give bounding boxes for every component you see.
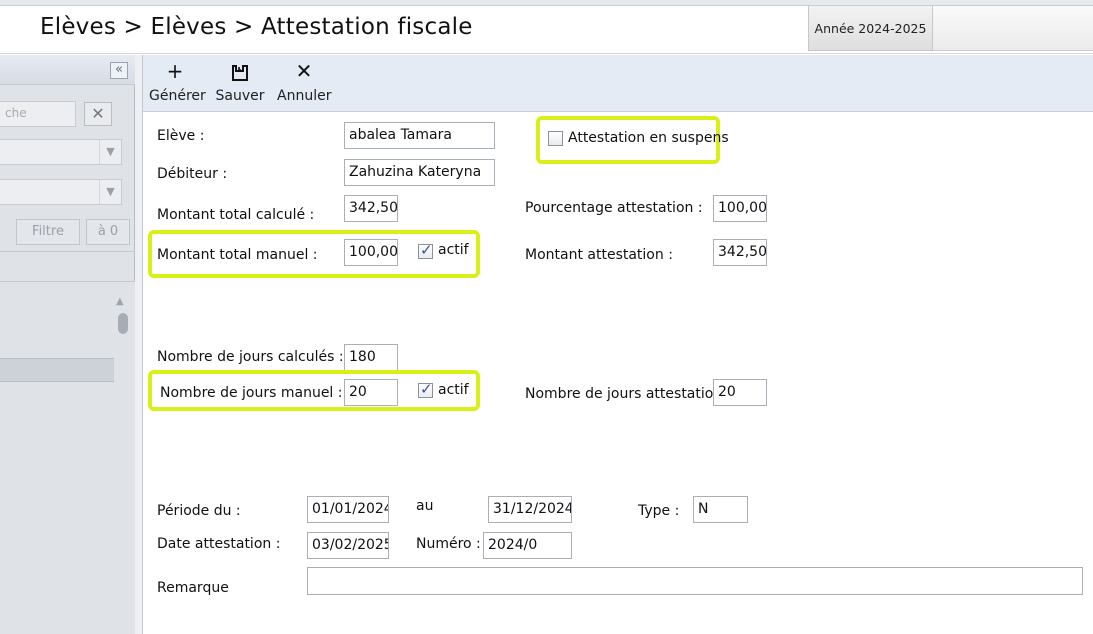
jours-manuel-field[interactable]: 20	[344, 379, 398, 406]
scrollbar-thumb[interactable]	[118, 313, 128, 334]
montant-calcule-label: Montant total calculé :	[157, 207, 315, 223]
student-list[interactable]: ▲	[0, 281, 135, 634]
suspens-checkbox[interactable]	[548, 131, 563, 146]
attestation-form: Elève : abalea Tamara Débiteur : Zahuzin…	[143, 112, 1093, 634]
jours-actif-checkbox[interactable]	[418, 380, 433, 398]
generate-button[interactable]: + Générer	[149, 55, 206, 112]
montant-actif-label: actif	[438, 242, 469, 258]
generate-label: Générer	[149, 88, 206, 104]
remarque-label: Remarque	[157, 580, 229, 596]
montant-calcule-field[interactable]: 342,50	[344, 195, 398, 222]
year-tab[interactable]: Année 2024-2025	[808, 6, 933, 51]
filter-button[interactable]: Filtre	[16, 219, 80, 245]
montant-attestation-label: Montant attestation :	[525, 247, 673, 263]
eleve-field[interactable]: abalea Tamara	[344, 122, 495, 149]
pourcentage-label: Pourcentage attestation :	[525, 200, 703, 216]
panel-splitter[interactable]	[135, 55, 143, 634]
type-field[interactable]: N	[693, 496, 748, 523]
remarque-field[interactable]	[307, 567, 1083, 595]
close-icon: ✕	[295, 59, 313, 83]
scroll-up-icon[interactable]: ▲	[116, 296, 124, 307]
filter-select-2[interactable]: ▼	[0, 179, 122, 205]
montant-manuel-field[interactable]: 100,00	[344, 239, 398, 266]
date-attestation-field[interactable]: 03/02/2025	[307, 532, 389, 559]
save-label: Sauver	[215, 88, 265, 104]
cancel-label: Annuler	[277, 88, 332, 104]
save-button[interactable]: Sauver	[215, 55, 265, 112]
periode-from-field[interactable]: 01/01/2024	[307, 496, 389, 523]
collapse-panel-button[interactable]: «	[110, 62, 128, 79]
jours-actif-label: actif	[438, 382, 469, 398]
jours-manuel-label: Nombre de jours manuel :	[160, 385, 343, 401]
au-label: au	[416, 498, 434, 514]
left-panel-divider	[0, 251, 135, 252]
toolbar: + Générer Sauver ✕ Annuler	[143, 55, 1093, 112]
page-header: Elèves > Elèves > Attestation fiscale An…	[0, 6, 1093, 54]
plus-icon: +	[166, 59, 184, 83]
jours-attestation-field[interactable]: 20	[713, 379, 767, 406]
save-icon	[215, 55, 265, 87]
left-panel: « che ✕ ▼ ▼ Filtre à 0 ▲	[0, 55, 135, 634]
list-item[interactable]	[0, 358, 114, 382]
eleve-label: Elève :	[157, 128, 205, 144]
left-panel-header: «	[0, 55, 135, 85]
debiteur-field[interactable]: Zahuzina Kateryna	[344, 159, 495, 186]
type-label: Type :	[638, 503, 680, 519]
numero-field[interactable]: 2024/0	[483, 532, 572, 559]
clear-search-button[interactable]: ✕	[84, 102, 112, 126]
periode-to-field[interactable]: 31/12/2024	[488, 496, 572, 523]
filter-select-1[interactable]: ▼	[0, 139, 122, 165]
montant-actif-checkbox[interactable]	[418, 241, 433, 259]
jours-attestation-label: Nombre de jours attestation:	[525, 386, 727, 402]
suspens-label: Attestation en suspens	[568, 130, 729, 146]
chevron-down-icon: ▼	[99, 140, 121, 164]
jours-calcules-field[interactable]: 180	[344, 344, 398, 371]
numero-label: Numéro :	[416, 536, 481, 552]
reset-button[interactable]: à 0	[86, 219, 130, 245]
pourcentage-field[interactable]: 100,00	[713, 195, 767, 222]
debiteur-label: Débiteur :	[157, 166, 228, 182]
jours-calcules-label: Nombre de jours calculés :	[157, 349, 344, 365]
montant-manuel-label: Montant total manuel :	[157, 247, 318, 263]
breadcrumb: Elèves > Elèves > Attestation fiscale	[40, 14, 473, 40]
montant-attestation-field[interactable]: 342,50	[713, 239, 767, 266]
search-input[interactable]: che	[0, 101, 76, 127]
header-right-panel	[933, 6, 1093, 51]
date-attestation-label: Date attestation :	[157, 536, 281, 552]
chevron-down-icon: ▼	[99, 180, 121, 204]
cancel-button[interactable]: ✕ Annuler	[277, 55, 331, 112]
periode-label: Période du :	[157, 503, 241, 519]
